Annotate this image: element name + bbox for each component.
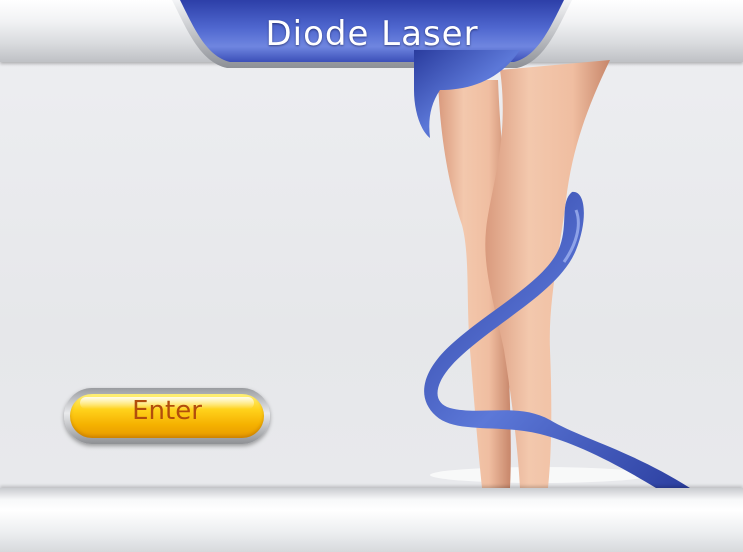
legs-with-ribbon-illustration	[414, 50, 690, 488]
enter-button-label: Enter	[132, 396, 202, 426]
bottom-bar	[0, 488, 743, 552]
app-title: Diode Laser	[265, 14, 479, 54]
enter-button[interactable]: Enter	[64, 388, 270, 444]
splash-screen: Diode Laser Enter	[0, 0, 743, 552]
